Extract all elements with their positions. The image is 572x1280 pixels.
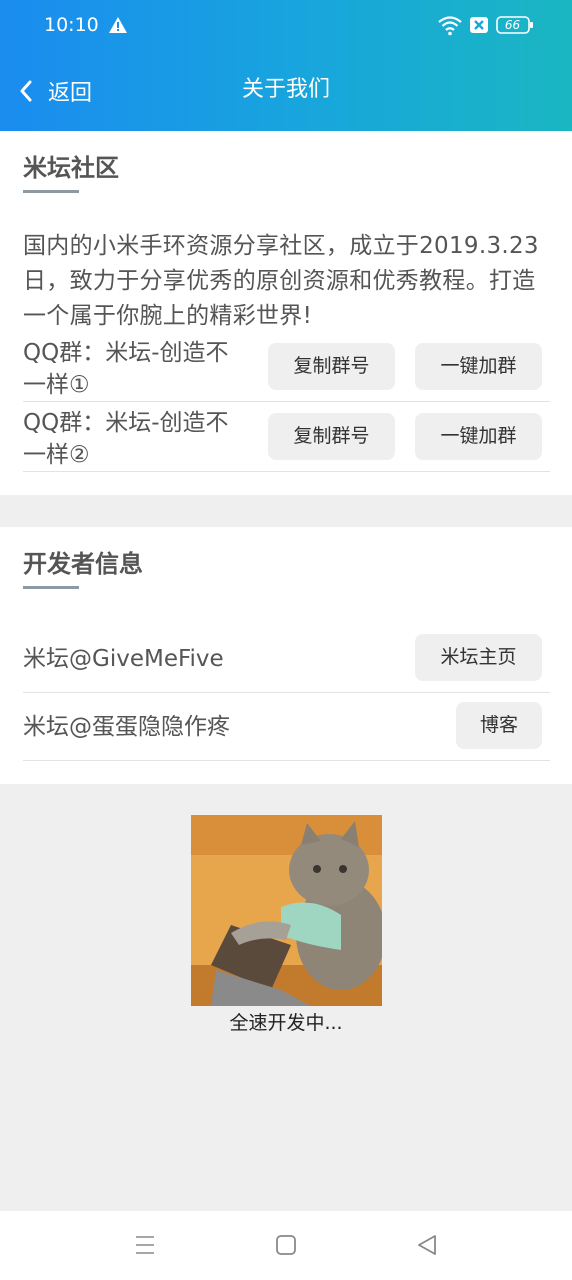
join-group-button-2[interactable]: 一键加群 (415, 413, 542, 460)
developer-title: 开发者信息 (23, 550, 143, 578)
developer-1-name: 米坛@GiveMeFive (23, 646, 224, 672)
home-icon[interactable] (274, 1233, 298, 1257)
system-nav-bar (0, 1211, 572, 1280)
status-time: 10:10 (44, 14, 99, 36)
page-title: 关于我们 (241, 77, 330, 102)
section-underline (23, 190, 79, 193)
copy-group-number-button-2[interactable]: 复制群号 (268, 413, 395, 460)
blog-button[interactable]: 博客 (456, 702, 542, 749)
battery-icon: 66 (496, 16, 534, 34)
qq-group-row-2: QQ群：米坛-创造不 一样② 复制群号 一键加群 (23, 406, 550, 472)
copy-group-number-button-1[interactable]: 复制群号 (268, 343, 395, 390)
qq-group-1-label-line1: QQ群：米坛-创造不 (23, 340, 229, 366)
community-card: 米坛社区 国内的小米手环资源分享社区，成立于2019.3.23日，致力于分享优秀… (0, 131, 572, 495)
qq-group-1-label-line2: 一样① (23, 372, 90, 398)
community-intro: 国内的小米手环资源分享社区，成立于2019.3.23日，致力于分享优秀的原创资源… (23, 233, 539, 329)
menu-icon[interactable] (133, 1233, 157, 1257)
qq-group-row-1: QQ群：米坛-创造不 一样① 复制群号 一键加群 (23, 336, 550, 402)
sim-icon (470, 17, 488, 33)
homepage-button[interactable]: 米坛主页 (415, 634, 542, 681)
development-caption: 全速开发中... (229, 1012, 343, 1034)
warning-icon (109, 17, 127, 33)
developer-card: 开发者信息 米坛@GiveMeFive 米坛主页 米坛@蛋蛋隐隐作疼 博客 (0, 527, 572, 784)
coding-cat-image (191, 815, 382, 1006)
wifi-icon (438, 16, 462, 36)
developer-row-2: 米坛@蛋蛋隐隐作疼 博客 (23, 693, 550, 761)
back-triangle-icon[interactable] (415, 1233, 439, 1257)
section-underline (23, 586, 79, 589)
developer-row-1: 米坛@GiveMeFive 米坛主页 (23, 625, 550, 693)
battery-level: 66 (504, 18, 521, 32)
qq-group-2-label-line1: QQ群：米坛-创造不 (23, 410, 229, 436)
community-title: 米坛社区 (23, 154, 119, 182)
qq-group-2-label-line2: 一样② (23, 442, 90, 468)
developer-2-name: 米坛@蛋蛋隐隐作疼 (23, 714, 230, 740)
join-group-button-1[interactable]: 一键加群 (415, 343, 542, 390)
app-header: 10:10 66 返回 关于我们 (0, 0, 572, 131)
